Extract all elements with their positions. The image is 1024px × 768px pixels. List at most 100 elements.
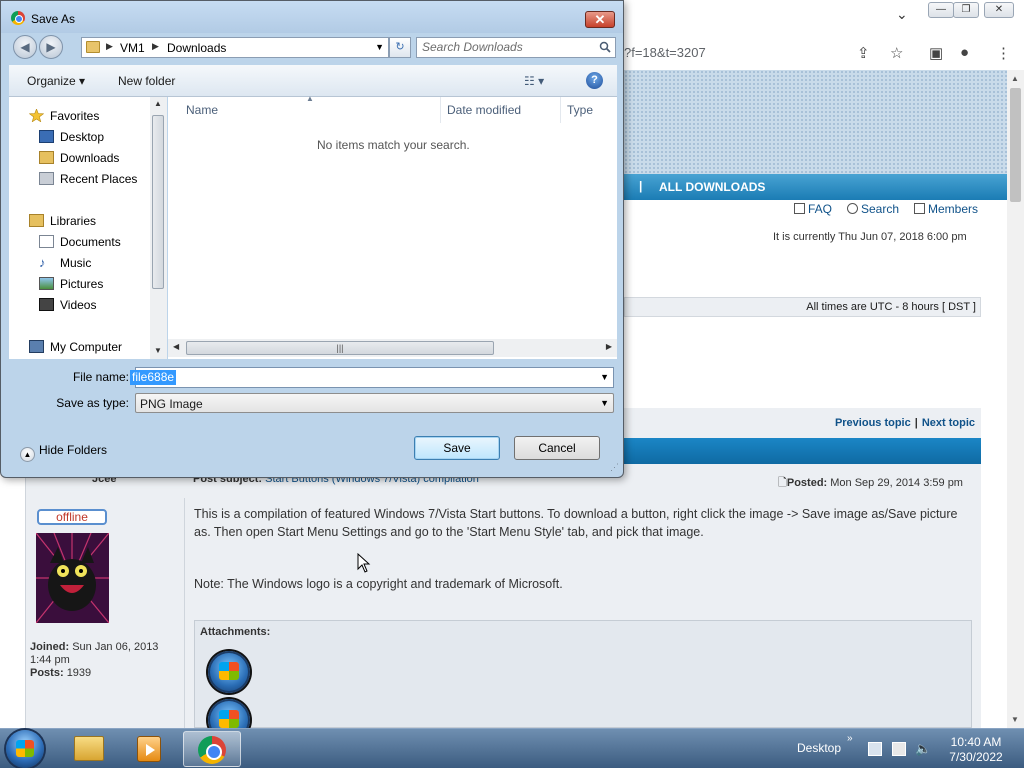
profile-icon[interactable]: ●: [960, 44, 969, 61]
close-dialog-button[interactable]: ✕: [585, 11, 615, 28]
save-fields: File name: ▼ Save as type: PNG Image ▼: [9, 359, 617, 429]
network-icon[interactable]: [892, 742, 906, 756]
action-center-icon[interactable]: [868, 742, 882, 756]
next-topic-link[interactable]: Next topic: [922, 417, 975, 429]
column-divider[interactable]: [560, 97, 561, 123]
start-button-image-1[interactable]: [208, 651, 250, 693]
avatar[interactable]: [36, 533, 109, 623]
dialog-title: Save As: [31, 12, 76, 26]
address-bar[interactable]: ?f=18&t=3207 ⇪ ☆ ▣ ● ⋮: [624, 36, 1024, 70]
music-icon: ♪: [39, 255, 46, 270]
faq-link[interactable]: FAQ: [794, 202, 832, 216]
new-folder-button[interactable]: New folder: [118, 74, 175, 88]
share-icon[interactable]: ⇪: [857, 44, 870, 62]
url-text[interactable]: ?f=18&t=3207: [624, 45, 706, 60]
search-icon: [847, 203, 858, 214]
breadcrumb-arrow-icon[interactable]: ▶: [106, 41, 113, 52]
file-name-field[interactable]: ▼: [135, 367, 614, 388]
faq-icon: [794, 203, 805, 214]
menu-dots-icon[interactable]: ⋮: [996, 44, 1011, 62]
members-link[interactable]: Members: [914, 202, 978, 216]
close-window-button[interactable]: ✕: [984, 2, 1014, 18]
taskbar-explorer[interactable]: [60, 731, 118, 767]
side-panel-icon[interactable]: ▣: [929, 44, 943, 62]
videos-icon: [39, 298, 54, 311]
post-icon[interactable]: 🗋: [778, 477, 787, 489]
column-header-type[interactable]: Type: [567, 103, 593, 117]
hide-folders-button[interactable]: ▲ Hide Folders: [20, 443, 107, 462]
desktop-toolbar-label[interactable]: Desktop: [797, 741, 841, 755]
start-button[interactable]: [6, 730, 44, 768]
search-link[interactable]: Search: [847, 202, 899, 216]
scroll-up-arrow-icon[interactable]: ▲: [1011, 74, 1019, 83]
scroll-left-arrow-icon[interactable]: ◀: [173, 342, 179, 351]
search-box[interactable]: [416, 37, 616, 58]
current-time-text: It is currently Thu Jun 07, 2018 6:00 pm: [773, 231, 967, 243]
column-divider[interactable]: [440, 97, 441, 123]
change-view-icon[interactable]: ☷ ▾: [524, 74, 544, 88]
page-scrollbar[interactable]: ▲ ▼: [1007, 70, 1024, 728]
attachments-label: Attachments:: [200, 626, 271, 638]
libraries-icon: [29, 214, 44, 227]
status-badge: offline: [37, 509, 107, 525]
minimize-button[interactable]: —: [928, 2, 954, 18]
save-as-type-select[interactable]: PNG Image ▼: [135, 393, 614, 413]
scroll-thumb[interactable]: [1010, 88, 1021, 202]
column-header-date-modified[interactable]: Date modified: [447, 103, 521, 117]
cancel-button[interactable]: Cancel: [514, 436, 600, 460]
breadcrumb[interactable]: ▶ VM1 ▶ Downloads ▼: [81, 37, 389, 58]
save-as-type-label: Save as type:: [56, 396, 129, 410]
file-name-selected-text: file688e: [130, 370, 177, 385]
search-icon[interactable]: [599, 41, 611, 53]
dialog-titlebar[interactable]: Save As ✕: [1, 1, 623, 33]
all-downloads-link[interactable]: ALL DOWNLOADS: [659, 180, 765, 194]
breadcrumb-vm1[interactable]: VM1: [120, 41, 145, 55]
scroll-down-arrow-icon[interactable]: ▼: [1011, 715, 1019, 724]
resize-grip-icon[interactable]: ⋰: [610, 462, 619, 473]
save-as-type-value: PNG Image: [140, 397, 203, 411]
scroll-right-arrow-icon[interactable]: ▶: [606, 342, 612, 351]
search-input[interactable]: [422, 40, 592, 54]
breadcrumb-dropdown-icon[interactable]: ▼: [375, 42, 384, 52]
previous-topic-link[interactable]: Previous topic: [835, 417, 911, 429]
post-header-strip: [624, 438, 981, 464]
file-name-input[interactable]: [140, 370, 580, 384]
scroll-thumb[interactable]: [152, 115, 164, 289]
taskbar-chrome[interactable]: [183, 731, 241, 767]
column-header-name[interactable]: Name: [186, 103, 218, 117]
breadcrumb-downloads[interactable]: Downloads: [167, 41, 226, 55]
forward-button[interactable]: ▶: [39, 35, 63, 59]
attachments-box: Attachments:: [194, 620, 972, 741]
clock[interactable]: 10:40 AM 7/30/2022: [940, 735, 1012, 765]
breadcrumb-arrow-icon[interactable]: ▶: [152, 41, 159, 52]
scroll-down-arrow-icon[interactable]: ▼: [154, 346, 162, 355]
scroll-thumb[interactable]: |||: [186, 341, 494, 355]
restore-button[interactable]: ❐: [953, 2, 979, 18]
volume-icon[interactable]: 🔈: [915, 742, 931, 756]
media-player-icon: [137, 736, 161, 762]
post-divider: [184, 498, 185, 728]
back-button[interactable]: ◀: [13, 35, 37, 59]
file-name-label: File name:: [72, 370, 129, 384]
taskbar-media-player[interactable]: [120, 731, 178, 767]
horizontal-scrollbar[interactable]: ◀ ||| ▶: [168, 339, 617, 357]
tray-expand-icon[interactable]: »: [847, 733, 853, 744]
recent-places-icon: [39, 172, 54, 185]
empty-message: No items match your search.: [317, 138, 470, 152]
save-as-type-dropdown-icon[interactable]: ▼: [600, 398, 609, 408]
file-name-dropdown-icon[interactable]: ▼: [600, 372, 609, 382]
save-button[interactable]: Save: [414, 436, 500, 460]
timezone-text: All times are UTC - 8 hours [ DST ]: [806, 301, 976, 313]
taskbar: Desktop » 🔈 10:40 AM 7/30/2022: [0, 728, 1024, 768]
bookmark-star-icon[interactable]: ☆: [890, 44, 903, 62]
post-note: Note: The Windows logo is a copyright an…: [194, 577, 563, 591]
organize-button[interactable]: Organize ▾: [27, 74, 85, 88]
tab-search-chevron-icon[interactable]: ⌄: [896, 6, 908, 23]
scroll-up-arrow-icon[interactable]: ▲: [154, 99, 162, 108]
refresh-button[interactable]: ↻: [389, 37, 411, 58]
members-icon: [914, 203, 925, 214]
help-icon[interactable]: ?: [586, 72, 603, 89]
navigation-pane-scrollbar[interactable]: ▲ ▼: [150, 97, 167, 359]
command-bar: Organize ▾ New folder ☷ ▾ ?: [9, 65, 617, 97]
nav-separator: |: [639, 179, 643, 193]
